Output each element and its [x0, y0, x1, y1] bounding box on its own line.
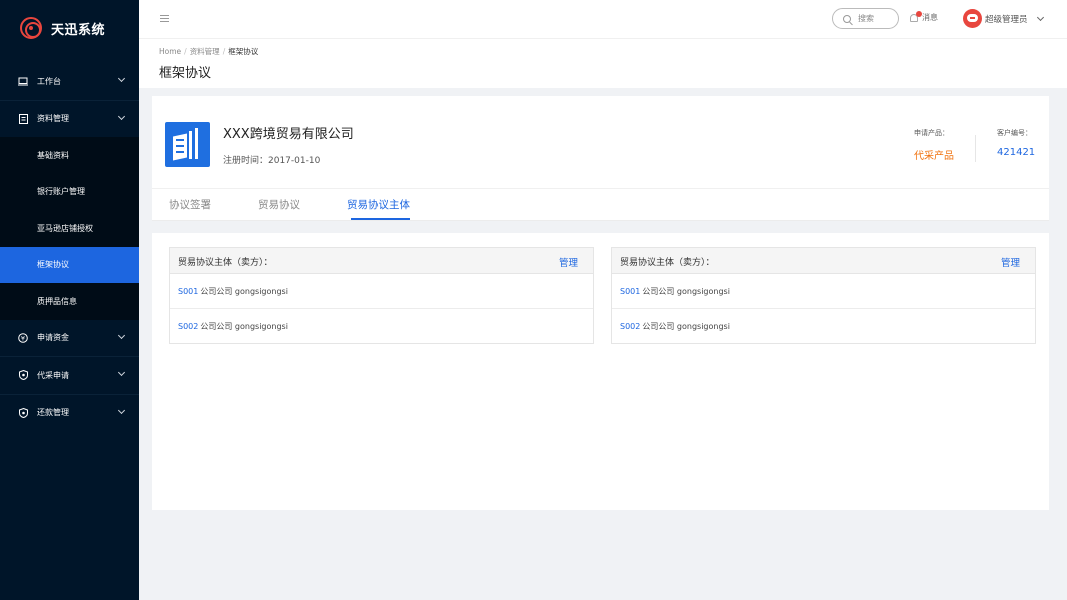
- side-menu: 工作台 资料管理 基础资料 银行账户管理 亚马逊店铺授权 框架协议 质押品信息: [0, 63, 139, 431]
- party-code-link[interactable]: S001: [620, 287, 640, 296]
- party-name: 公司公司 gongsigongsi: [642, 286, 730, 296]
- page-header: Home / 资料管理 / 框架协议 框架协议: [139, 38, 1067, 88]
- parties-panel-right: 贸易协议主体（卖方）： 管理 S001 公司公司 gongsigongsi S0…: [611, 247, 1036, 344]
- svg-text:¥: ¥: [21, 334, 25, 342]
- chevron-down-icon: [117, 74, 126, 83]
- stat-divider: [975, 135, 976, 162]
- party-code-link[interactable]: S001: [178, 287, 198, 296]
- sidebar-item-label: 基础资料: [37, 150, 69, 160]
- chevron-down-icon: [117, 368, 126, 377]
- monitor-icon: [18, 76, 28, 86]
- product-label: 申请产品：: [914, 129, 949, 137]
- main-content: 贸易协议主体（卖方）： 管理 S001 公司公司 gongsigongsi S0…: [152, 233, 1049, 510]
- tab-trade-agreement[interactable]: 贸易协议: [258, 197, 300, 212]
- sidebar-item-collateral[interactable]: 质押品信息: [0, 283, 139, 320]
- sidebar-item-label: 质押品信息: [37, 296, 77, 306]
- sidebar-item-repayment[interactable]: 还款管理: [0, 394, 139, 431]
- messages-label: 消息: [922, 13, 938, 22]
- sidebar-item-framework-agreement[interactable]: 框架协议: [0, 246, 139, 283]
- notification-dot: [916, 10, 922, 17]
- sidebar-item-bank-accounts[interactable]: 银行账户管理: [0, 173, 139, 210]
- manage-link[interactable]: 管理: [1001, 255, 1020, 269]
- sidebar-item-label: 框架协议: [37, 260, 69, 270]
- chevron-down-icon: [117, 331, 126, 339]
- list-item: S002 公司公司 gongsigongsi: [612, 309, 1035, 344]
- sidebar-item-amazon-auth[interactable]: 亚马逊店铺授权: [0, 210, 139, 247]
- company-card: XXX跨境贸易有限公司 注册时间：2017-01-10 申请产品： 代采产品 客…: [152, 96, 1049, 221]
- sidebar-item-purchase-apply[interactable]: 代采申请: [0, 357, 139, 394]
- breadcrumb: Home / 资料管理 / 框架协议: [159, 47, 259, 56]
- sidebar-item-basic-info[interactable]: 基础资料: [0, 137, 139, 174]
- sidebar-item-label: 代采申请: [37, 370, 69, 380]
- sidebar-item-workbench[interactable]: 工作台: [0, 63, 139, 100]
- sidebar-item-label: 银行账户管理: [37, 187, 85, 197]
- sidebar-item-apply-funds[interactable]: ¥ 申请资金: [0, 319, 139, 356]
- customer-no-value: 421421: [997, 147, 1036, 158]
- chevron-down-icon: [1036, 13, 1044, 21]
- sidebar-item-label: 资料管理: [37, 114, 69, 124]
- yen-icon: ¥: [18, 332, 28, 343]
- app-name: 天迅系统: [51, 22, 106, 38]
- app-logo[interactable]: 天迅系统: [0, 0, 139, 56]
- chevron-down-icon: [117, 112, 126, 120]
- panel-header: 贸易协议主体（卖方）： 管理: [612, 248, 1035, 274]
- divider: [152, 220, 1049, 221]
- panel-header: 贸易协议主体（卖方）： 管理: [170, 248, 593, 274]
- sidebar-item-label: 还款管理: [37, 408, 69, 418]
- panel-title: 贸易协议主体（卖方）：: [620, 258, 715, 268]
- building-icon: [165, 122, 210, 167]
- list-item: S001 公司公司 gongsigongsi: [612, 274, 1035, 309]
- breadcrumb-home[interactable]: Home: [159, 47, 181, 56]
- page-title: 框架协议: [159, 66, 212, 81]
- party-code-link[interactable]: S002: [178, 322, 198, 331]
- shield-icon: [18, 370, 28, 381]
- party-name: 公司公司 gongsigongsi: [642, 322, 730, 331]
- search-icon: [843, 14, 851, 23]
- logo-icon: [20, 17, 42, 39]
- bell-icon: [910, 10, 922, 22]
- tab-trade-agreement-parties[interactable]: 贸易协议主体: [347, 197, 410, 212]
- breadcrumb-current: 框架协议: [228, 47, 259, 56]
- party-name: 公司公司 gongsigongsi: [200, 286, 288, 296]
- party-name: 公司公司 gongsigongsi: [200, 322, 288, 331]
- list-item: S002 公司公司 gongsigongsi: [170, 309, 593, 344]
- manage-link[interactable]: 管理: [559, 255, 578, 269]
- tab-agreement-signing[interactable]: 协议签署: [169, 197, 211, 212]
- product-value: 代采产品: [914, 151, 954, 162]
- divider: [152, 188, 1049, 189]
- shield-icon: [18, 407, 28, 418]
- messages-button[interactable]: 消息: [910, 10, 938, 23]
- sidebar-item-label: 工作台: [37, 76, 61, 86]
- document-icon: [18, 113, 28, 124]
- chevron-down-icon: [117, 406, 126, 414]
- sidebar-item-label: 申请资金: [37, 333, 69, 343]
- avatar: [963, 9, 982, 28]
- search-input[interactable]: 搜索: [832, 8, 899, 29]
- search-placeholder: 搜索: [858, 14, 874, 23]
- parties-panel-left: 贸易协议主体（卖方）： 管理 S001 公司公司 gongsigongsi S0…: [169, 247, 594, 344]
- top-header: 搜索 消息 超级管理员: [139, 0, 1067, 38]
- sidebar-item-label: 亚马逊店铺授权: [37, 223, 93, 233]
- user-name: 超级管理员: [985, 14, 1028, 25]
- menu-toggle-icon[interactable]: [160, 15, 169, 22]
- registration-date: 注册时间：2017-01-10: [223, 156, 321, 166]
- breadcrumb-level1[interactable]: 资料管理: [190, 47, 220, 56]
- user-menu[interactable]: 超级管理员: [963, 9, 1044, 28]
- company-name: XXX跨境贸易有限公司: [223, 127, 354, 142]
- sidebar-item-data-management[interactable]: 资料管理: [0, 100, 139, 137]
- panel-title: 贸易协议主体（卖方）：: [178, 258, 273, 268]
- customer-no-label: 客户编号：: [997, 129, 1032, 137]
- party-code-link[interactable]: S002: [620, 322, 640, 331]
- sidebar: 天迅系统 工作台 资料管理 基础资料 银行账户管理 亚马逊店铺授权 框架协议 质…: [0, 0, 139, 600]
- list-item: S001 公司公司 gongsigongsi: [170, 274, 593, 309]
